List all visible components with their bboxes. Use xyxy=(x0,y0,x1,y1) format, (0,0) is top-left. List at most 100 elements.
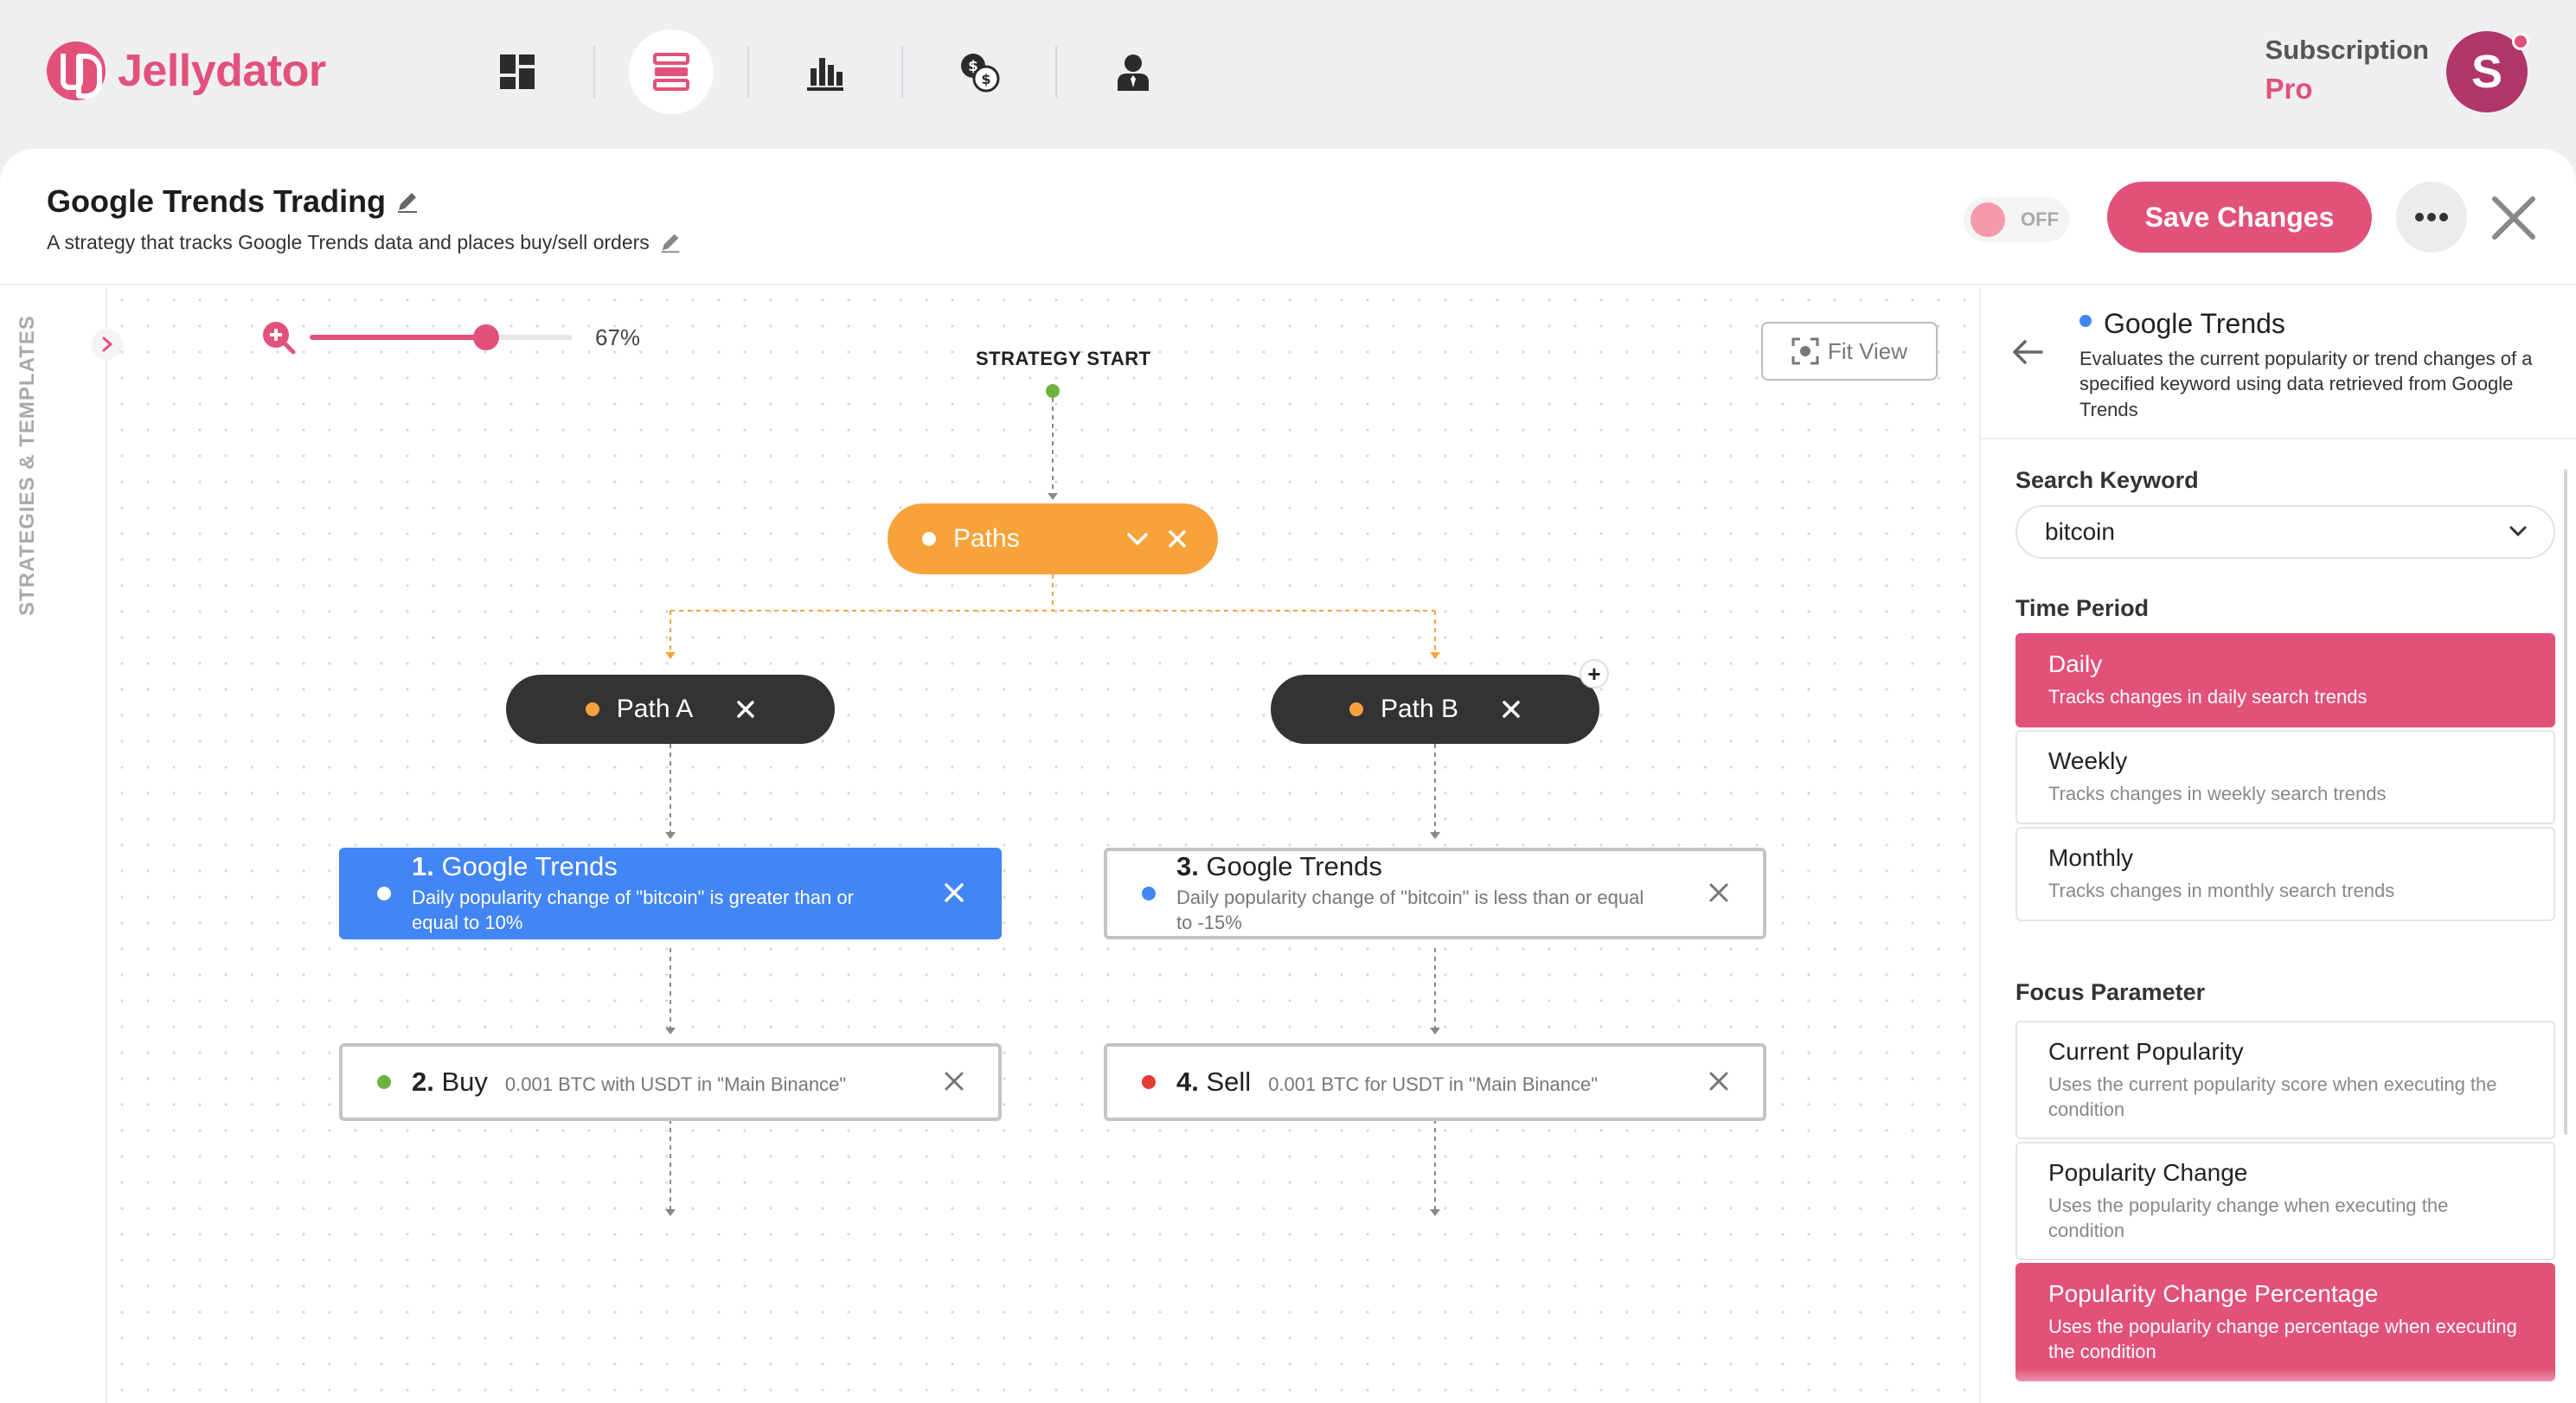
condition-node-google-trends-1[interactable]: 1. Google Trends Daily popularity change… xyxy=(339,848,1002,939)
action-node-sell[interactable]: 4. Sell 0.001 BTC for USDT in "Main Bina… xyxy=(1104,1043,1766,1121)
period-option-weekly[interactable]: Weekly Tracks changes in weekly search t… xyxy=(2015,730,2555,824)
option-title: Weekly xyxy=(2048,747,2128,774)
chevron-down-icon[interactable] xyxy=(1126,531,1149,547)
panel-description: Evaluates the current popularity or tren… xyxy=(2079,348,2533,420)
save-changes-button[interactable]: Save Changes xyxy=(2107,182,2372,253)
logo-icon xyxy=(47,42,106,100)
node-title: 3. Google Trends xyxy=(1176,851,1763,882)
path-b-label: Path B xyxy=(1380,695,1459,723)
nav-analytics-button[interactable] xyxy=(783,29,868,114)
node-number: 1. xyxy=(412,851,434,882)
strategy-description: A strategy that tracks Google Trends dat… xyxy=(47,230,682,254)
option-title: Popularity Change Percentage xyxy=(2048,1280,2379,1307)
node-description: 0.001 BTC for USDT in "Main Binance" xyxy=(1268,1073,1599,1095)
close-editor-icon[interactable] xyxy=(2488,192,2540,244)
node-description: 0.001 BTC with USDT in "Main Binance" xyxy=(504,1073,847,1095)
strategy-canvas[interactable]: 67% Fit View STRATEGY START Paths Path A… xyxy=(92,287,1977,1403)
focus-option-current-popularity[interactable]: Current Popularity Uses the current popu… xyxy=(2015,1021,2555,1140)
nav-exchanges-button[interactable]: $ $ xyxy=(937,29,1022,114)
node-settings-panel: Google Trends Evaluates the current popu… xyxy=(1979,287,2576,1403)
node-dot xyxy=(377,887,391,900)
strategy-description-text: A strategy that tracks Google Trends dat… xyxy=(47,230,650,253)
focus-parameter-label: Focus Parameter xyxy=(2015,979,2206,1005)
node-dot xyxy=(1142,1075,1156,1089)
search-keyword-label: Search Keyword xyxy=(2015,467,2199,493)
node-number: 2. xyxy=(412,1067,434,1097)
edit-description-icon[interactable] xyxy=(658,230,682,254)
paths-label: Paths xyxy=(953,524,1020,553)
close-icon[interactable] xyxy=(943,881,965,904)
plus-icon: + xyxy=(1587,660,1601,687)
add-path-button[interactable]: + xyxy=(1580,659,1609,689)
app-name: Jellydator xyxy=(118,46,326,96)
option-description: Uses the popularity change percentage wh… xyxy=(2048,1316,2517,1362)
more-options-button[interactable] xyxy=(2396,182,2467,253)
nav-divider xyxy=(593,46,595,98)
node-title: 1. Google Trends xyxy=(412,851,998,882)
close-icon[interactable] xyxy=(1168,529,1187,548)
panel-header: Google Trends Evaluates the current popu… xyxy=(1981,287,2576,439)
panel-scrollbar[interactable] xyxy=(2564,469,2567,1135)
close-icon[interactable] xyxy=(1708,881,1730,904)
flow-connectors xyxy=(665,384,1440,1216)
strategy-editor: Google Trends Trading A strategy that tr… xyxy=(0,149,2576,1403)
back-arrow-icon[interactable] xyxy=(2012,339,2043,365)
nav-divider xyxy=(747,46,749,98)
top-bar: Jellydator $ $ Subscription Pro S xyxy=(0,0,2576,147)
node-type-dot xyxy=(2079,314,2092,327)
close-icon[interactable] xyxy=(1502,700,1521,719)
subscription-label: Subscription xyxy=(2265,35,2429,65)
main-nav: $ $ xyxy=(441,29,1209,114)
strategy-active-toggle[interactable]: OFF xyxy=(1964,197,2069,242)
strategy-flow-icon xyxy=(653,53,689,91)
chevron-down-icon xyxy=(2509,526,2527,537)
action-node-buy[interactable]: 2. Buy 0.001 BTC with USDT in "Main Bina… xyxy=(339,1043,1002,1121)
close-icon[interactable] xyxy=(1708,1070,1730,1092)
path-b-dot xyxy=(1349,702,1363,716)
strategy-title-text: Google Trends Trading xyxy=(47,183,387,219)
node-description: Daily popularity change of "bitcoin" is … xyxy=(1176,887,1644,933)
close-icon[interactable] xyxy=(736,700,755,719)
nav-divider xyxy=(901,46,903,98)
node-title-text: Sell xyxy=(1206,1067,1252,1097)
path-a-node[interactable]: Path A xyxy=(506,675,835,744)
focus-option-popularity-change[interactable]: Popularity Change Uses the popularity ch… xyxy=(2015,1142,2555,1261)
path-a-label: Path A xyxy=(616,695,694,723)
focus-option-popularity-change-percentage[interactable]: Popularity Change Percentage Uses the po… xyxy=(2015,1263,2555,1382)
paths-dot xyxy=(922,532,936,546)
nav-divider xyxy=(1055,46,1057,98)
condition-node-google-trends-3[interactable]: 3. Google Trends Daily popularity change… xyxy=(1104,848,1766,939)
node-number: 4. xyxy=(1176,1067,1199,1097)
close-icon[interactable] xyxy=(943,1070,965,1092)
paths-node[interactable]: Paths xyxy=(888,503,1218,574)
toggle-label: OFF xyxy=(2021,208,2059,230)
path-b-node[interactable]: Path B xyxy=(1271,675,1599,744)
dashboard-icon xyxy=(500,54,535,89)
period-option-monthly[interactable]: Monthly Tracks changes in monthly search… xyxy=(2015,827,2555,921)
templates-sidebar-label[interactable]: STRATEGIES & TEMPLATES xyxy=(16,315,40,616)
option-description: Tracks changes in weekly search trends xyxy=(2048,783,2387,804)
app-logo[interactable]: Jellydator xyxy=(47,42,326,100)
panel-title-text: Google Trends xyxy=(2104,308,2285,339)
option-title: Popularity Change xyxy=(2048,1159,2248,1186)
editor-header: Google Trends Trading A strategy that tr… xyxy=(0,149,2576,285)
nav-dashboard-button[interactable] xyxy=(475,29,560,114)
option-title: Monthly xyxy=(2048,844,2134,871)
avatar-letter: S xyxy=(2470,46,2503,98)
option-description: Uses the popularity change when executin… xyxy=(2048,1195,2449,1241)
option-title: Current Popularity xyxy=(2048,1038,2244,1065)
panel-title: Google Trends xyxy=(2079,308,2285,340)
option-title: Daily xyxy=(2048,650,2103,677)
nav-strategies-button[interactable] xyxy=(629,29,714,114)
node-dot xyxy=(1142,887,1156,900)
user-avatar[interactable]: S xyxy=(2446,31,2529,112)
edit-title-icon[interactable] xyxy=(394,189,420,215)
subscription-info[interactable]: Subscription Pro xyxy=(2265,35,2429,106)
search-keyword-select[interactable]: bitcoin xyxy=(2015,505,2555,559)
subscription-plan: Pro xyxy=(2265,73,2313,105)
svg-text:$: $ xyxy=(981,71,990,87)
period-option-daily[interactable]: Daily Tracks changes in daily search tre… xyxy=(2015,633,2555,727)
bar-chart-icon xyxy=(807,58,843,91)
path-a-dot xyxy=(585,702,599,716)
nav-account-button[interactable] xyxy=(1091,29,1176,114)
